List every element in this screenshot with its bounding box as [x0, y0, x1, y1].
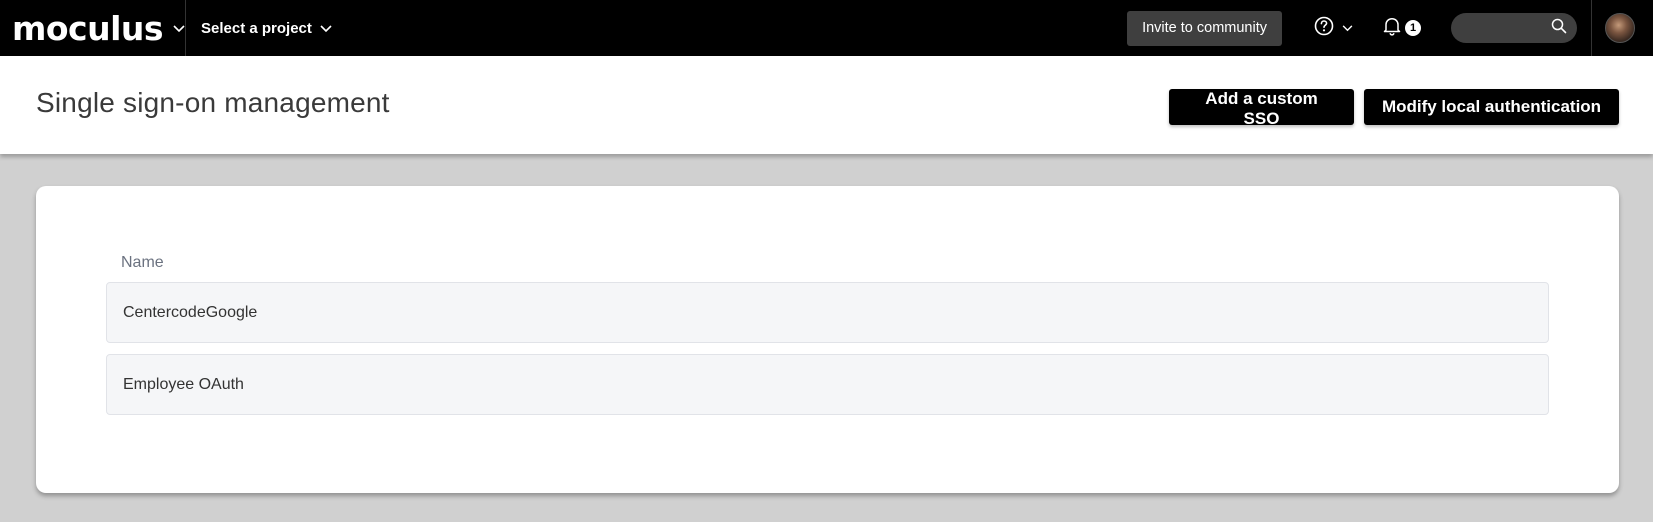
invite-to-community-button[interactable]: Invite to community — [1127, 10, 1282, 46]
brand-logo: moculus — [12, 8, 164, 48]
project-selector-label: Select a project — [201, 19, 312, 37]
nav-right-group: Invite to community 1 — [1127, 0, 1653, 56]
row-name: Employee OAuth — [123, 375, 244, 393]
chevron-down-icon — [173, 20, 185, 38]
notification-count-badge: 1 — [1405, 20, 1421, 36]
project-selector[interactable]: Select a project — [186, 0, 332, 56]
notifications-button[interactable]: 1 — [1383, 16, 1421, 41]
sso-list-card: Name CentercodeGoogle Employee OAuth — [36, 186, 1619, 493]
table-row[interactable]: CentercodeGoogle — [106, 282, 1549, 343]
add-custom-sso-button[interactable]: Add a custom SSO — [1169, 89, 1354, 128]
page-header: Single sign-on management Add a custom S… — [0, 56, 1653, 154]
help-icon — [1314, 16, 1334, 41]
search-input[interactable] — [1451, 13, 1577, 43]
chevron-down-icon — [1342, 19, 1353, 37]
avatar — [1604, 13, 1635, 43]
column-header-name: Name — [121, 254, 164, 271]
chevron-down-icon — [320, 20, 332, 37]
modify-local-authentication-button[interactable]: Modify local authentication — [1364, 89, 1619, 125]
help-menu[interactable] — [1314, 16, 1353, 41]
row-name: CentercodeGoogle — [123, 303, 258, 321]
table-row[interactable]: Employee OAuth — [106, 354, 1549, 415]
top-navigation-bar: moculus Select a project Invite to commu… — [0, 0, 1653, 56]
bell-icon — [1383, 16, 1401, 41]
user-menu[interactable] — [1591, 0, 1653, 56]
page-title: Single sign-on management — [36, 87, 390, 118]
brand-menu[interactable]: moculus — [0, 0, 186, 56]
search-icon — [1551, 18, 1567, 39]
